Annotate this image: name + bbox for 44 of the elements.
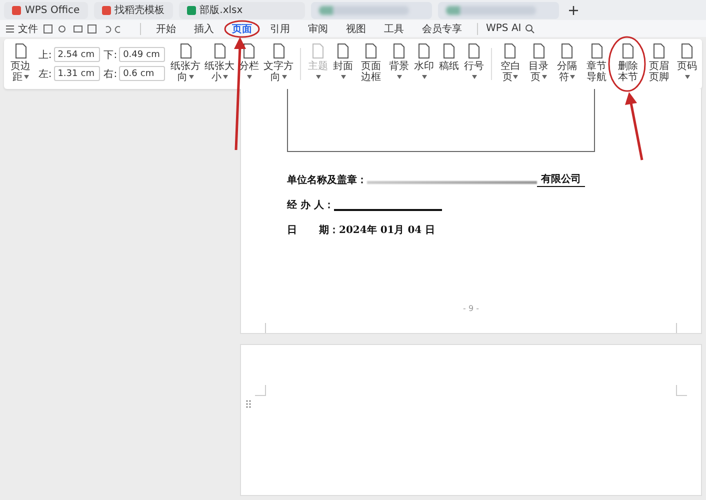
ribbon-button[interactable]: 封面 <box>330 39 355 89</box>
ribbon-tab[interactable]: 会员专享 <box>415 22 469 36</box>
page-number: - 9 - <box>463 304 479 313</box>
ribbon-button[interactable]: 纸张方向 <box>169 39 202 89</box>
ribbon-button[interactable]: 删除本节 <box>612 39 643 89</box>
ribbon-button[interactable]: 目录页 <box>524 39 552 89</box>
field-label: 右: <box>104 68 118 80</box>
date-text: 期：2024年 01月 04 日 <box>319 224 436 237</box>
ribbon-button[interactable]: 页眉页脚 <box>644 39 674 89</box>
document-tab[interactable]: WPS Office <box>4 2 88 18</box>
margin-field[interactable]: 0.6 cm <box>119 66 166 81</box>
ribbon-button[interactable]: 页面边框 <box>356 39 386 89</box>
ribbon-button[interactable]: 纸张大小 <box>203 39 236 89</box>
ribbon-button[interactable]: 页码 <box>675 39 700 89</box>
ribbon-button[interactable]: 章节导航 <box>582 39 612 89</box>
field-label: 单位名称及盖章： <box>287 173 367 187</box>
ribbon-tab[interactable]: 插入 <box>187 22 221 36</box>
ribbon-tab[interactable]: 视图 <box>339 22 373 36</box>
file-menu[interactable]: 文件 <box>18 22 38 36</box>
field-label: 上: <box>38 48 52 62</box>
margin-field[interactable]: 0.49 cm <box>119 47 166 62</box>
ribbon-tab[interactable]: 引用 <box>263 22 297 36</box>
margin-field[interactable]: 2.54 cm <box>54 47 100 62</box>
ribbon-button[interactable]: 空白页 <box>496 39 524 89</box>
ribbon-button[interactable]: 稿纸 <box>436 39 461 89</box>
field-label: 左: <box>38 68 52 80</box>
field-label: 下: <box>104 48 118 62</box>
ribbon-button[interactable]: 分隔符 <box>553 39 581 89</box>
document-tab[interactable]: 部版.xlsx <box>178 2 305 18</box>
ribbon-tab[interactable]: 审阅 <box>301 22 335 36</box>
ribbon-tab[interactable]: 工具 <box>377 22 411 36</box>
company-name: 有限公司 <box>537 172 585 187</box>
ribbon-button[interactable]: 水印 <box>412 39 436 89</box>
ribbon-tab[interactable]: 开始 <box>149 22 183 36</box>
ribbon-button[interactable]: 页边距 <box>7 39 34 89</box>
ribbon-button[interactable]: 文字方向 <box>262 39 296 89</box>
document-tab[interactable]: 找稻壳模板 <box>94 2 173 18</box>
ribbon-tab[interactable]: 页面 <box>225 22 259 36</box>
margin-field[interactable]: 1.31 cm <box>54 66 100 81</box>
ribbon-button[interactable]: 背景 <box>386 39 411 89</box>
field-label: 日 <box>287 224 297 237</box>
ribbon-button[interactable]: 行号 <box>462 39 486 89</box>
field-label: 经 办 人： <box>287 198 334 212</box>
wps-ai-button[interactable]: WPS AI <box>486 23 522 34</box>
